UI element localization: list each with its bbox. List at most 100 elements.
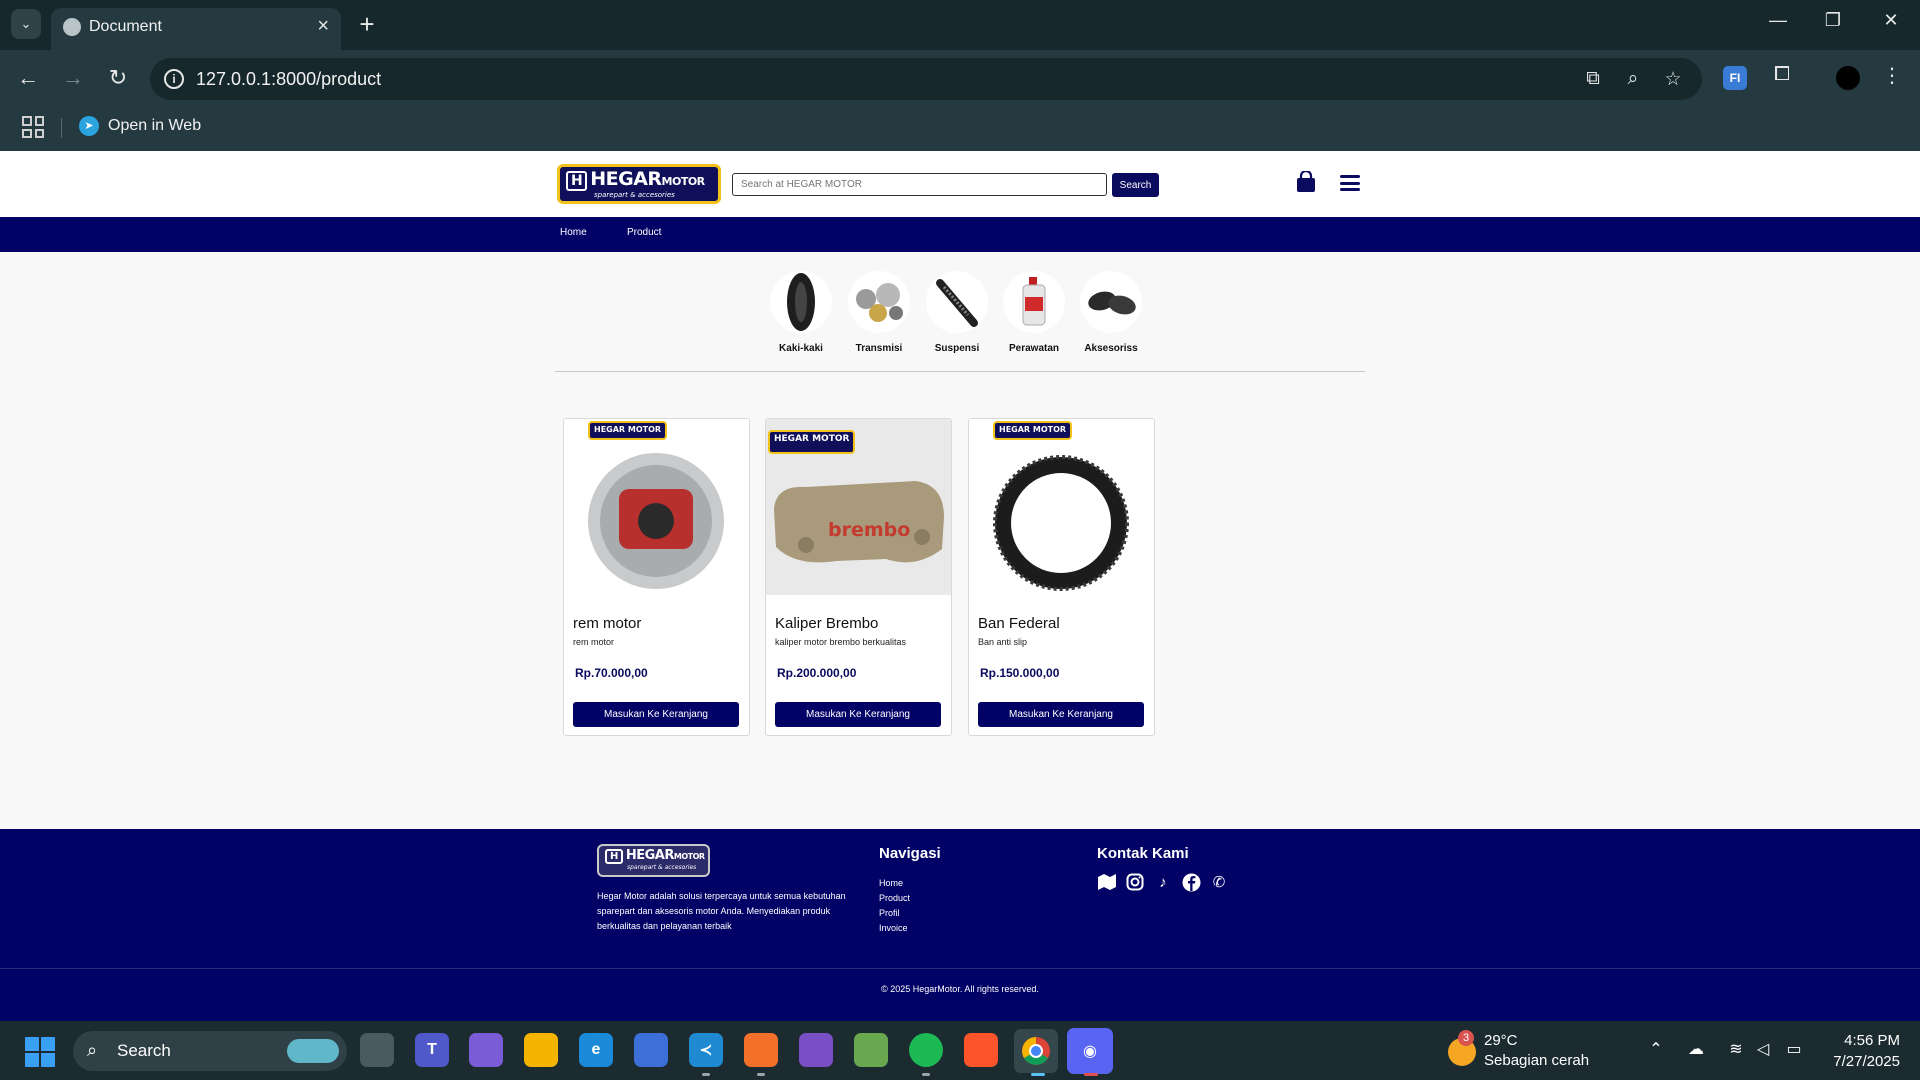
footer-link-invoice[interactable]: Invoice (879, 921, 910, 936)
oil-bottle-icon (1003, 271, 1065, 333)
extensions-puzzle-icon[interactable]: ⧠ (1768, 63, 1796, 86)
chrome-icon[interactable] (1014, 1029, 1058, 1073)
nav-home[interactable]: Home (560, 227, 587, 238)
weather-badge: 3 (1458, 1030, 1474, 1046)
wifi-icon[interactable]: ≋ (1725, 1039, 1747, 1059)
onedrive-cloud-icon[interactable]: ☁ (1685, 1039, 1707, 1059)
visual-studio-icon[interactable] (799, 1033, 833, 1067)
vscode-icon[interactable]: ≺ (689, 1033, 723, 1067)
facebook-icon[interactable] (1181, 872, 1201, 892)
file-explorer-icon[interactable] (524, 1033, 558, 1067)
category-label: Transmisi (855, 343, 903, 354)
apps-grid-icon[interactable] (22, 116, 44, 138)
category-transmisi[interactable]: Transmisi (840, 271, 918, 354)
task-view-icon[interactable] (360, 1033, 394, 1067)
spotify-icon[interactable] (909, 1033, 943, 1067)
close-window-button[interactable]: ✕ (1876, 10, 1906, 31)
browser-tabstrip: ⌄ Document × + — ❐ ✕ (0, 0, 1920, 50)
profile-avatar[interactable] (1836, 66, 1860, 90)
site-info-icon[interactable]: i (164, 69, 184, 89)
category-divider (555, 371, 1365, 372)
system-clock[interactable]: 4:56 PM 7/27/2025 (1800, 1030, 1900, 1072)
browser-toolbar: ← → ↻ i 127.0.0.1:8000/product ⧉ ⌕ ☆ (0, 50, 1920, 106)
extension-fi-icon[interactable]: FI (1723, 66, 1747, 90)
hegar-motor-logo[interactable]: H HEGARMOTOR sparepart & accesories (557, 164, 721, 204)
social-links: ♪ ✆ (1097, 872, 1229, 892)
map-icon[interactable] (1097, 872, 1117, 892)
product-image-brake-shoe[interactable]: HEGAR MOTOR (564, 419, 749, 595)
postman-icon[interactable] (744, 1033, 778, 1067)
new-tab-button[interactable]: + (352, 9, 382, 39)
search-input[interactable] (732, 173, 1107, 196)
category-label: Perawatan (1008, 343, 1060, 354)
instagram-icon[interactable] (1125, 872, 1145, 892)
url-text[interactable]: 127.0.0.1:8000/product (196, 69, 381, 90)
product-description: rem motor (573, 637, 615, 647)
volume-icon[interactable]: ◁ (1752, 1039, 1774, 1059)
category-label: Aksesoriss (1084, 343, 1138, 354)
teams-icon[interactable]: T (415, 1033, 449, 1067)
footer-link-home[interactable]: Home (879, 876, 910, 891)
back-button[interactable]: ← (13, 63, 43, 93)
chevron-up-icon[interactable]: ⌃ (1645, 1039, 1667, 1059)
category-kaki-kaki[interactable]: Kaki-kaki (762, 271, 840, 354)
temperature: 29°C (1484, 1032, 1518, 1049)
windows-start-icon[interactable] (25, 1037, 55, 1067)
telegram-icon: ➤ (79, 116, 99, 136)
zoom-icon[interactable]: ⌕ (1620, 68, 1646, 90)
add-to-cart-button[interactable]: Masukan Ke Keranjang (775, 702, 941, 727)
tab-close-icon[interactable]: × (317, 15, 329, 38)
reload-button[interactable]: ↻ (103, 63, 133, 93)
nav-product[interactable]: Product (627, 227, 661, 238)
product-image-brembo-caliper[interactable]: brembo HEGAR MOTOR (766, 419, 951, 595)
category-suspensi[interactable]: Suspensi (918, 271, 996, 354)
add-to-cart-button[interactable]: Masukan Ke Keranjang (573, 702, 739, 727)
product-card: brembo HEGAR MOTOR Kaliper Brembo kalipe… (765, 418, 952, 736)
translate-icon[interactable]: ⧉ (1580, 68, 1606, 90)
active-indicator (1031, 1073, 1045, 1076)
forward-button[interactable]: → (58, 63, 88, 93)
edge-icon[interactable]: e (579, 1033, 613, 1067)
add-to-cart-button[interactable]: Masukan Ke Keranjang (978, 702, 1144, 727)
footer-link-product[interactable]: Product (879, 891, 910, 906)
tiktok-icon[interactable]: ♪ (1153, 872, 1173, 892)
phone-icon[interactable]: ✆ (1209, 872, 1229, 892)
clock-time: 4:56 PM (1844, 1032, 1900, 1049)
transmission-parts-icon (848, 271, 910, 333)
footer-logo: H HEGARMOTOR sparepart & accesories (597, 844, 710, 877)
shopping-bag-icon[interactable] (1296, 171, 1316, 193)
taskbar-search[interactable]: ⌕ Search (73, 1031, 347, 1071)
globe-icon (63, 18, 81, 36)
search-highlight-icon (287, 1039, 339, 1063)
product-image-tire[interactable]: HEGAR MOTOR (969, 419, 1154, 595)
bookmark-star-icon[interactable]: ☆ (1660, 68, 1686, 91)
address-bar[interactable]: i 127.0.0.1:8000/product ⧉ ⌕ ☆ (150, 58, 1702, 100)
footer-link-profil[interactable]: Profil (879, 906, 910, 921)
footer-nav-title: Navigasi (879, 845, 941, 862)
browser-menu-icon[interactable]: ⋮ (1878, 63, 1906, 88)
category-perawatan[interactable]: Perawatan (995, 271, 1073, 354)
product-price: Rp.70.000,00 (575, 666, 648, 680)
product-name: Kaliper Brembo (775, 615, 879, 632)
browser-tab[interactable]: Document × (51, 8, 341, 50)
taskbar-search-label: Search (117, 1041, 171, 1060)
hamburger-menu-icon[interactable] (1340, 175, 1360, 191)
minimize-button[interactable]: — (1763, 10, 1793, 31)
page-viewport: H HEGARMOTOR sparepart & accesories Searc… (0, 151, 1920, 1021)
bookmark-open-in-web[interactable]: ➤ Open in Web (79, 116, 201, 136)
category-aksesoriss[interactable]: Aksesoriss (1072, 271, 1150, 354)
running-indicator (702, 1073, 710, 1076)
microsoft-store-icon[interactable] (634, 1033, 668, 1067)
footer-divider (0, 968, 1920, 969)
footer-nav-links: Home Product Profil Invoice (879, 876, 910, 936)
paint-icon[interactable] (854, 1033, 888, 1067)
discord-icon[interactable]: ◉ (1067, 1028, 1113, 1074)
site-footer: H HEGARMOTOR sparepart & accesories Hegar… (0, 829, 1920, 1021)
brave-icon[interactable] (964, 1033, 998, 1067)
product-name: Ban Federal (978, 615, 1060, 632)
copilot-icon[interactable] (469, 1033, 503, 1067)
search-button[interactable]: Search (1112, 173, 1159, 197)
tab-search-chevron-icon[interactable]: ⌄ (11, 9, 41, 39)
product-description: kaliper motor brembo berkualitas (775, 637, 907, 647)
restore-button[interactable]: ❐ (1818, 10, 1848, 31)
